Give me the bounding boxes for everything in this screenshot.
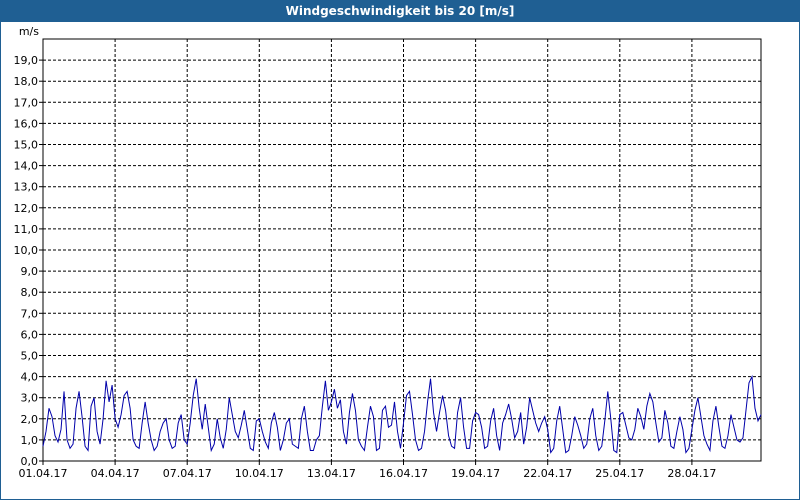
axes: 0,01,02,03,04,05,06,07,08,09,010,011,012… (14, 38, 762, 480)
y-tick-label: 9,0 (21, 265, 39, 278)
y-tick-label: 17,0 (14, 96, 39, 109)
x-tick-label: 22.04.17 (523, 467, 572, 480)
y-tick-label: 7,0 (21, 307, 39, 320)
chart-title: Windgeschwindigkeit bis 20 [m/s] (1, 1, 799, 22)
x-tick-label: 01.04.17 (19, 467, 68, 480)
x-tick-label: 04.04.17 (91, 467, 140, 480)
x-tick-label: 07.04.17 (163, 467, 212, 480)
chart-window: Windgeschwindigkeit bis 20 [m/s] 0,0 1,0 2… (0, 0, 800, 500)
y-tick-label: 1,0 (21, 434, 39, 447)
y-tick-label: 14,0 (14, 160, 39, 173)
y-tick-label: 4,0 (21, 371, 39, 384)
y-tick-label: 19,0 (14, 54, 39, 67)
y-tick-label: 8,0 (21, 286, 39, 299)
y-tick-label: 2,0 (21, 413, 39, 426)
series (42, 374, 762, 454)
y-tick-label: 15,0 (14, 139, 39, 152)
y-tick-label: 12,0 (14, 202, 39, 215)
wind-speed-chart: 0,01,02,03,04,05,06,07,08,09,010,011,012… (14, 25, 762, 480)
x-tick-label: 13.04.17 (307, 467, 356, 480)
x-tick-label: 16.04.17 (379, 467, 428, 480)
y-tick-label: 5,0 (21, 350, 39, 363)
x-tick-label: 10.04.17 (235, 467, 284, 480)
y-tick-label: 6,0 (21, 328, 39, 341)
x-tick-label: 19.04.17 (451, 467, 500, 480)
y-tick-label: 18,0 (14, 75, 39, 88)
y-tick-label: 11,0 (14, 223, 39, 236)
y-tick-label: 16,0 (14, 117, 39, 130)
grid (43, 39, 761, 461)
y-tick-label: 3,0 (21, 392, 39, 405)
y-tick-label: 13,0 (14, 181, 39, 194)
y-tick-label: 10,0 (14, 244, 39, 257)
wind-speed-line (42, 374, 762, 454)
y-axis-label: m/s (19, 25, 39, 38)
x-tick-label: 25.04.17 (595, 467, 644, 480)
x-tick-label: 28.04.17 (667, 467, 716, 480)
